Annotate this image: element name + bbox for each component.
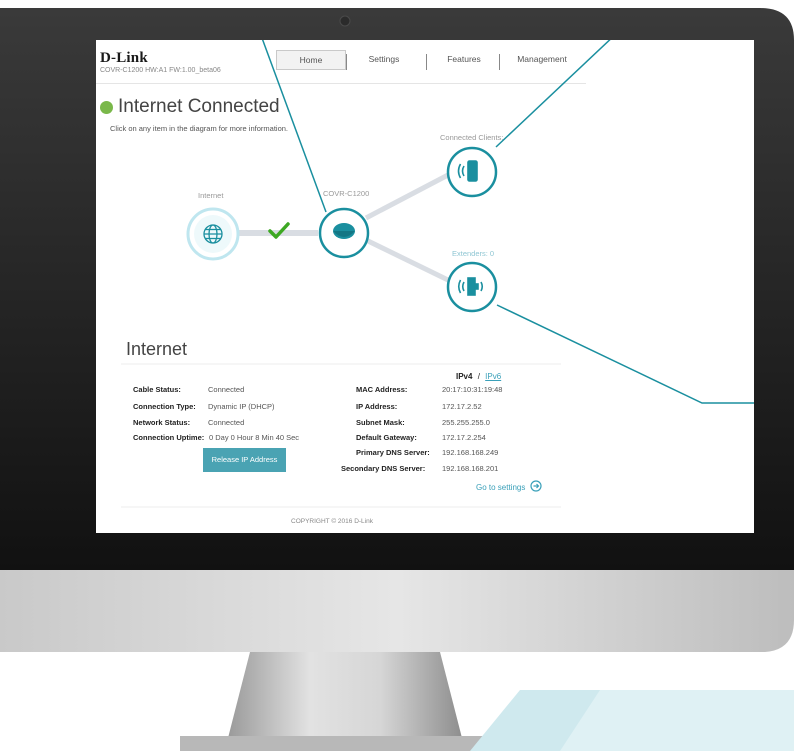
ipv-separator: / (477, 372, 480, 381)
copyright-text: COPYRIGHT © 2016 D-Link (291, 518, 373, 525)
subnet-mask-label: Subnet Mask: (356, 418, 405, 427)
callout-lines (261, 40, 754, 404)
go-to-settings-link[interactable]: Go to settings (476, 480, 542, 492)
secondary-dns-label: Secondary DNS Server: (341, 464, 426, 473)
ipv4-label: IPv4 (456, 372, 473, 381)
ip-address-label: IP Address: (356, 402, 398, 411)
default-gateway-label: Default Gateway: (356, 433, 417, 442)
section-title: Internet (126, 339, 188, 359)
connection-type-label: Connection Type: (133, 402, 196, 411)
connection-uptime-label: Connection Uptime: (133, 433, 205, 442)
subnet-mask-value: 255.255.255.0 (442, 418, 490, 427)
go-to-settings-label: Go to settings (476, 483, 526, 492)
default-gateway-value: 172.17.2.254 (442, 433, 486, 442)
mac-address-label: MAC Address: (356, 385, 408, 394)
primary-dns-value: 192.168.168.249 (442, 448, 499, 457)
mac-address-value: 20:17:10:31:19:48 (442, 385, 503, 394)
section-divider (121, 363, 561, 365)
release-ip-button[interactable]: Release IP Address (203, 448, 286, 472)
connection-uptime-value: 0 Day 0 Hour 8 Min 40 Sec (209, 433, 300, 442)
router-web-ui: D-Link COVR-C1200 HW:A1 FW:1.00_beta06 H… (96, 40, 754, 533)
footer-divider (121, 506, 561, 508)
secondary-dns-value: 192.168.168.201 (442, 464, 499, 473)
webcam (339, 15, 351, 27)
monitor-stand (228, 652, 462, 738)
network-status-label: Network Status: (133, 418, 191, 427)
ip-version-toggle: IPv4 / IPv6 (456, 372, 501, 381)
ip-address-value: 172.17.2.52 (442, 402, 482, 411)
primary-dns-label: Primary DNS Server: (356, 448, 430, 457)
connection-type-value: Dynamic IP (DHCP) (208, 402, 275, 411)
cable-status-label: Cable Status: (133, 385, 181, 394)
ipv6-link[interactable]: IPv6 (485, 372, 501, 381)
arrow-circle-icon (529, 480, 542, 492)
network-status-value: Connected (208, 418, 245, 427)
cable-status-value: Connected (208, 385, 245, 394)
